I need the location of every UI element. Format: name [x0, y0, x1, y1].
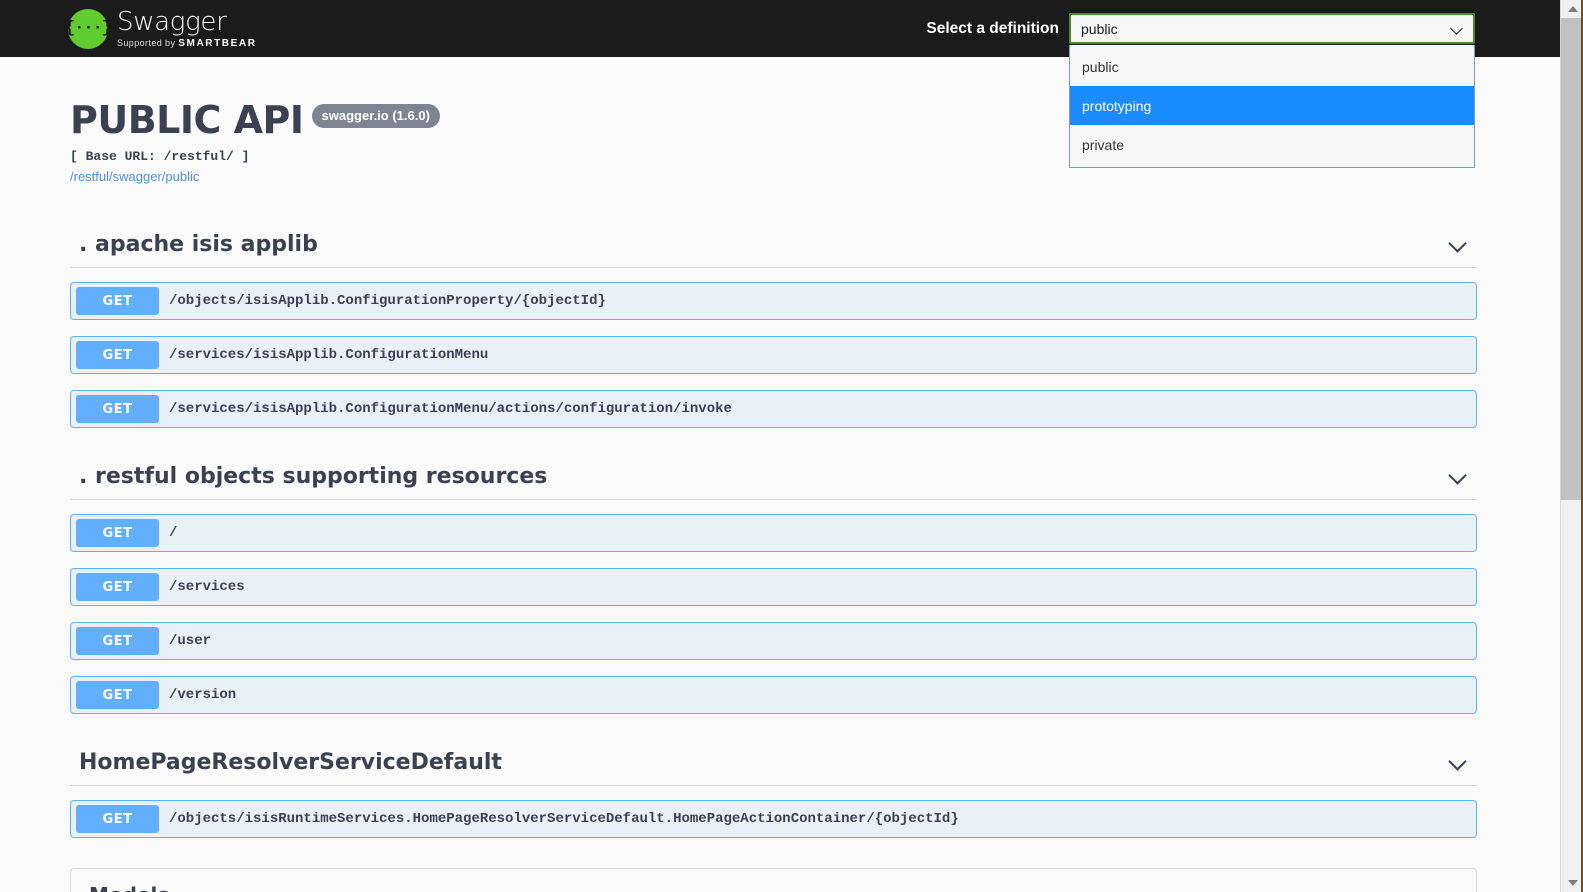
definition-option-public[interactable]: public — [1070, 47, 1474, 86]
models-section[interactable]: Models — [70, 868, 1477, 892]
models-title: Models — [89, 883, 1438, 892]
method-badge-get: GET — [76, 341, 159, 369]
operation-groups: . apache isis applib GET /objects/isisAp… — [0, 232, 1560, 838]
scroll-down-arrow-icon[interactable] — [1561, 874, 1583, 892]
group-header-apache-isis-applib[interactable]: . apache isis applib — [70, 232, 1477, 268]
smartbear-brand: SMARTBEAR — [178, 37, 257, 49]
operation-path: /version — [169, 687, 237, 703]
browser-viewport: {···} Swagger Supported by SMARTBEAR Sel… — [0, 0, 1583, 892]
swagger-logo-text: Swagger Supported by SMARTBEAR — [117, 9, 257, 49]
operation-row[interactable]: GET / — [70, 514, 1477, 552]
select-definition-label: Select a definition — [926, 19, 1059, 37]
definition-select-list[interactable]: public prototyping private — [1069, 45, 1475, 168]
spec-url-link[interactable]: /restful/swagger/public — [70, 169, 1560, 184]
definition-option-private[interactable]: private — [1070, 125, 1474, 164]
operation-path: /services — [169, 579, 245, 595]
operation-row[interactable]: GET /services — [70, 568, 1477, 606]
group-title: . apache isis applib — [79, 232, 318, 257]
scroll-up-arrow-icon[interactable] — [1561, 0, 1583, 18]
method-badge-get: GET — [76, 395, 159, 423]
operation-path: / — [169, 525, 178, 541]
group-header-restful-objects-supporting-resources[interactable]: . restful objects supporting resources — [70, 464, 1477, 500]
supported-by-text: Supported by SMARTBEAR — [117, 37, 257, 49]
operation-row[interactable]: GET /user — [70, 622, 1477, 660]
operation-path: /services/isisApplib.ConfigurationMenu/a… — [169, 401, 732, 417]
swagger-content: PUBLIC API swagger.io (1.6.0) [ Base URL… — [0, 101, 1560, 892]
operation-path: /objects/isisApplib.ConfigurationPropert… — [169, 293, 606, 309]
operation-list: GET /objects/isisRuntimeServices.HomePag… — [0, 800, 1560, 838]
method-badge-get: GET — [76, 805, 159, 833]
chevron-down-icon[interactable] — [1438, 885, 1458, 892]
version-badge: swagger.io (1.6.0) — [311, 104, 440, 128]
swagger-wordmark: Swagger — [117, 6, 227, 37]
method-badge-get: GET — [76, 627, 159, 655]
operation-row[interactable]: GET /objects/isisApplib.ConfigurationPro… — [70, 282, 1477, 320]
chevron-down-icon — [1451, 23, 1463, 35]
definition-select[interactable]: public public prototyping private — [1069, 13, 1475, 168]
scrollbar-thumb[interactable] — [1561, 18, 1583, 500]
operation-row[interactable]: GET /services/isisApplib.ConfigurationMe… — [70, 336, 1477, 374]
supported-by-prefix: Supported by — [117, 37, 176, 48]
page-title: PUBLIC API — [70, 98, 304, 142]
group-header-homepageresolverservicedefault[interactable]: HomePageResolverServiceDefault — [70, 750, 1477, 786]
operation-path: /user — [169, 633, 212, 649]
operation-path: /services/isisApplib.ConfigurationMenu — [169, 347, 489, 363]
chevron-down-icon[interactable] — [1448, 753, 1468, 773]
definition-select-value: public — [1081, 20, 1118, 37]
operation-group: . apache isis applib GET /objects/isisAp… — [0, 232, 1560, 428]
operation-group: . restful objects supporting resources G… — [0, 464, 1560, 714]
definition-select-display[interactable]: public — [1069, 13, 1475, 44]
operation-row[interactable]: GET /services/isisApplib.ConfigurationMe… — [70, 390, 1477, 428]
operation-row[interactable]: GET /objects/isisRuntimeServices.HomePag… — [70, 800, 1477, 838]
operation-list: GET / GET /services GET /user GET /versi… — [0, 514, 1560, 714]
swagger-logo[interactable]: {···} Swagger Supported by SMARTBEAR — [65, 8, 257, 49]
method-badge-get: GET — [76, 287, 159, 315]
definition-selector-area: Select a definition public public protot… — [926, 13, 1475, 168]
definition-option-prototyping[interactable]: prototyping — [1070, 86, 1474, 125]
group-title: . restful objects supporting resources — [79, 464, 548, 489]
method-badge-get: GET — [76, 573, 159, 601]
method-badge-get: GET — [76, 519, 159, 547]
operation-group: HomePageResolverServiceDefault GET /obje… — [0, 750, 1560, 838]
page-scrollbar[interactable] — [1560, 0, 1583, 892]
operation-row[interactable]: GET /version — [70, 676, 1477, 714]
chevron-down-icon[interactable] — [1448, 467, 1468, 487]
swagger-brace-icon: {···} — [65, 8, 112, 49]
group-title: HomePageResolverServiceDefault — [79, 750, 502, 775]
method-badge-get: GET — [76, 681, 159, 709]
operation-path: /objects/isisRuntimeServices.HomePageRes… — [169, 811, 959, 827]
swagger-topbar: {···} Swagger Supported by SMARTBEAR Sel… — [0, 0, 1560, 168]
swagger-ui-page: {···} Swagger Supported by SMARTBEAR Sel… — [0, 0, 1560, 892]
operation-list: GET /objects/isisApplib.ConfigurationPro… — [0, 282, 1560, 428]
chevron-down-icon[interactable] — [1448, 235, 1468, 255]
